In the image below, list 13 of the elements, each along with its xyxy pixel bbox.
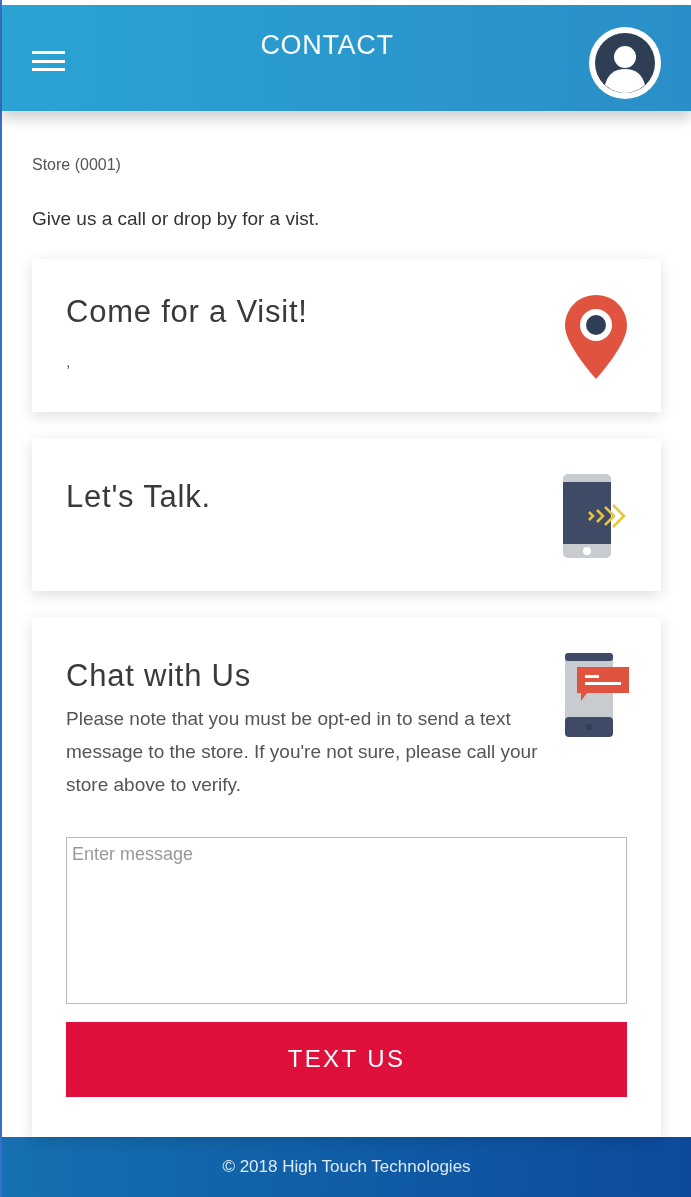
phone-chat-icon — [563, 651, 631, 740]
card-title: Come for a Visit! — [66, 293, 308, 332]
card-title: Let's Talk. — [66, 478, 211, 517]
text-us-button[interactable]: TEXT US — [66, 1021, 627, 1097]
opt-in-note: Please note that you must be opt-ed in to send a text message to the store. If you're not sure, please call your store above to verify. — [66, 706, 539, 797]
message-field[interactable]: Enter message — [66, 836, 627, 1004]
copyright-text: © 2018 High Touch Technologies — [222, 1156, 471, 1179]
page-title: CONTACT — [260, 29, 394, 62]
card-title: Chat with Us — [66, 657, 252, 696]
address-text: , — [66, 351, 71, 372]
store-label: Store (0001) — [32, 154, 122, 175]
intro-text: Give us a call or drop by for a vist. — [32, 206, 321, 231]
menu-icon[interactable] — [32, 51, 65, 71]
